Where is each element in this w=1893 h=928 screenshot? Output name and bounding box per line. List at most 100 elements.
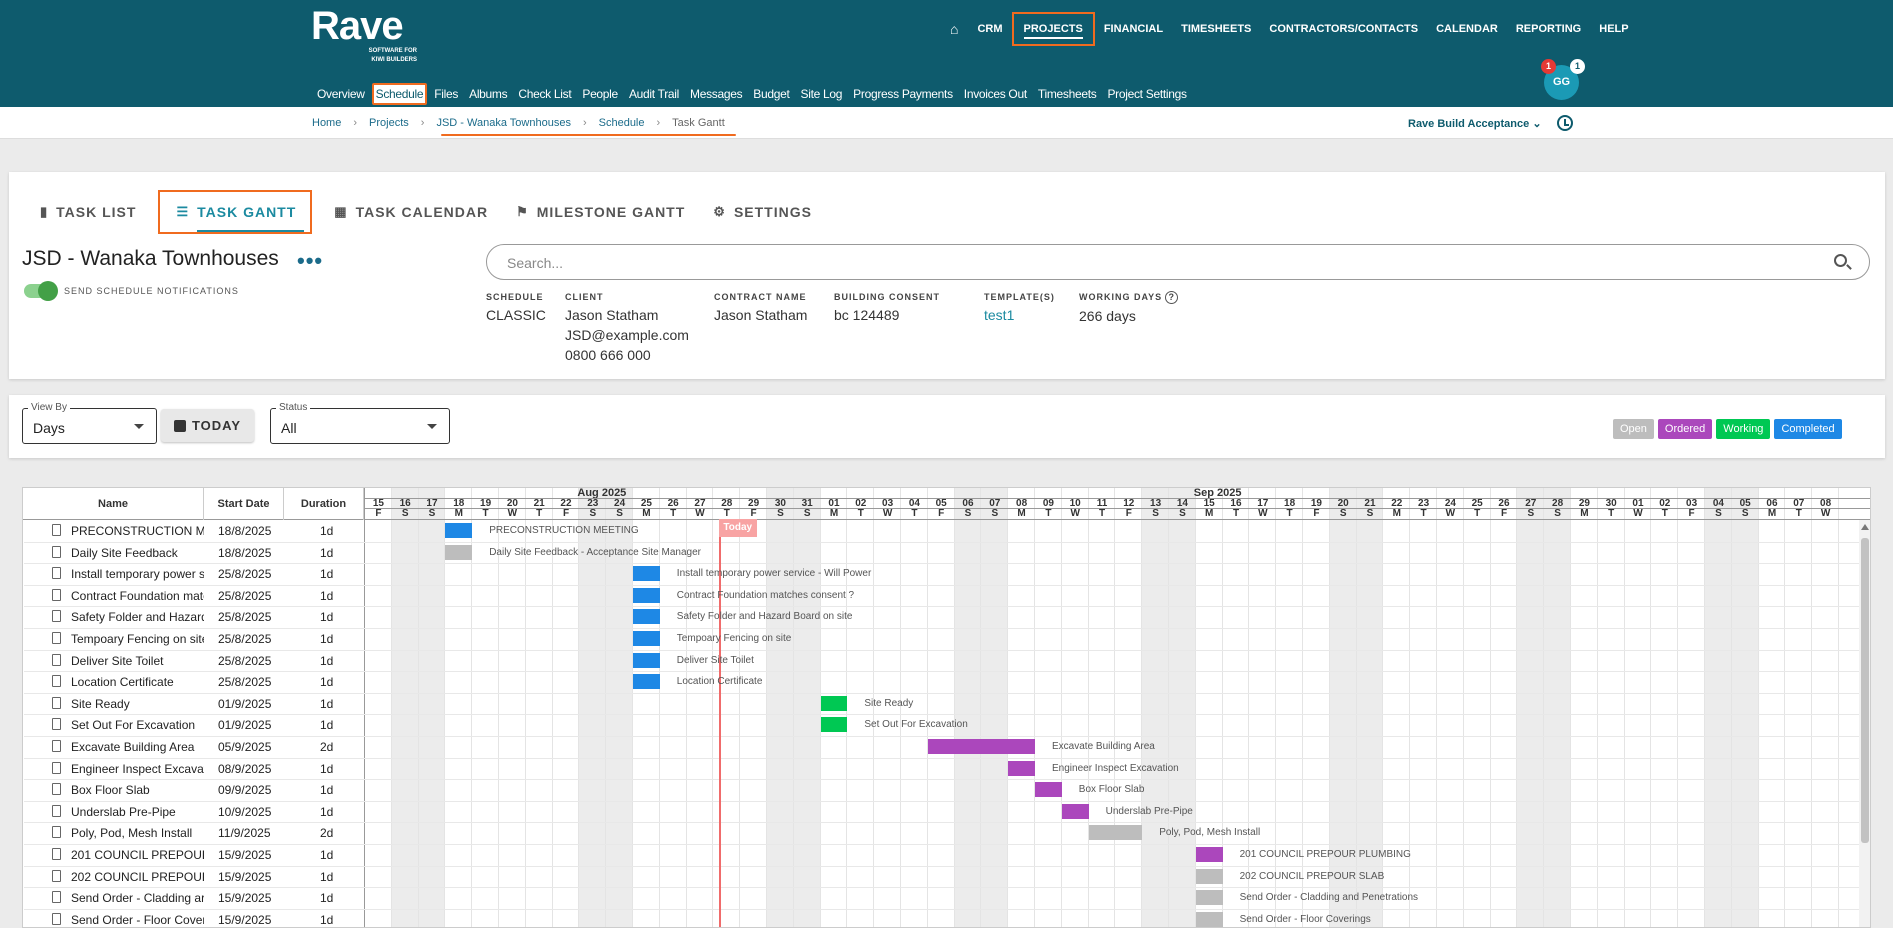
task-name[interactable]: Daily Site Feedback xyxy=(71,546,204,560)
subnav-project-settings[interactable]: Project Settings xyxy=(1107,87,1187,101)
task-row[interactable]: PRECONSTRUCTION M 18/8/2025 1d xyxy=(23,520,364,542)
task-bar[interactable] xyxy=(820,717,848,733)
task-row[interactable]: Set Out For Excavation 01/9/2025 1d xyxy=(23,714,364,736)
task-bar[interactable] xyxy=(445,523,473,538)
more-options-icon[interactable]: ••• xyxy=(297,248,323,274)
scroll-thumb[interactable] xyxy=(1861,538,1869,843)
subnav-progress-payments[interactable]: Progress Payments xyxy=(853,87,953,101)
notifications-toggle[interactable] xyxy=(24,281,58,301)
nav-timesheets[interactable]: TIMESHEETS xyxy=(1172,21,1260,37)
template-link[interactable]: test1 xyxy=(984,305,1055,325)
task-bar[interactable] xyxy=(1195,890,1223,906)
task-row[interactable]: Tempoary Fencing on site 25/8/2025 1d xyxy=(23,628,364,650)
search-input[interactable]: Search... xyxy=(486,244,1870,280)
task-row[interactable]: Install temporary power s 25/8/2025 1d xyxy=(23,563,364,585)
subnav-overview[interactable]: Overview xyxy=(317,87,365,101)
tab-task-list[interactable]: ▮ TASK LIST xyxy=(26,190,150,234)
subnav-check-list[interactable]: Check List xyxy=(518,87,571,101)
nav-reporting[interactable]: REPORTING xyxy=(1507,21,1590,37)
task-name[interactable]: Deliver Site Toilet xyxy=(71,654,204,668)
task-row[interactable]: Underslab Pre-Pipe 10/9/2025 1d xyxy=(23,801,364,823)
subnav-messages[interactable]: Messages xyxy=(690,87,743,101)
task-name[interactable]: Send Order - Floor Cover xyxy=(71,913,204,927)
task-name[interactable]: 201 COUNCIL PREPOUF xyxy=(71,848,204,862)
subnav-albums[interactable]: Albums xyxy=(469,87,508,101)
task-name[interactable]: Contract Foundation matc xyxy=(71,589,204,603)
task-bar[interactable] xyxy=(1008,760,1035,776)
nav-help[interactable]: HELP xyxy=(1590,21,1637,37)
tab-task-calendar[interactable]: ▦ TASK CALENDAR xyxy=(320,190,502,234)
nav-financial[interactable]: FINANCIAL xyxy=(1095,21,1172,37)
task-name[interactable]: Location Certificate xyxy=(71,675,204,689)
task-bar[interactable] xyxy=(1195,847,1223,862)
task-bar[interactable] xyxy=(633,609,660,625)
nav-crm[interactable]: CRM xyxy=(968,21,1011,37)
subnav-site-log[interactable]: Site Log xyxy=(801,87,843,101)
home-icon[interactable]: ⌂ xyxy=(950,21,968,37)
task-row[interactable]: Contract Foundation matc 25/8/2025 1d xyxy=(23,585,364,607)
task-bar[interactable] xyxy=(633,674,660,690)
status-select[interactable]: Status All xyxy=(270,402,450,444)
notification-badge[interactable]: 1 xyxy=(1541,59,1556,74)
today-button[interactable]: TODAY xyxy=(161,409,254,442)
col-name[interactable]: Name xyxy=(23,488,204,520)
subnav-files[interactable]: Files xyxy=(434,87,458,101)
crumb-projects[interactable]: Projects xyxy=(369,117,409,129)
message-badge[interactable]: 1 xyxy=(1570,59,1585,74)
task-row[interactable]: Deliver Site Toilet 25/8/2025 1d xyxy=(23,650,364,672)
tab-task-gantt[interactable]: ☰ TASK GANTT xyxy=(158,190,313,234)
task-row[interactable]: Excavate Building Area 05/9/2025 2d xyxy=(23,736,364,758)
nav-projects[interactable]: PROJECTS xyxy=(1011,12,1095,46)
task-bar[interactable] xyxy=(1195,868,1223,884)
crumb-home[interactable]: Home xyxy=(312,117,341,129)
subnav-audit-trail[interactable]: Audit Trail xyxy=(629,87,679,101)
task-bar[interactable] xyxy=(633,566,660,582)
task-bar[interactable] xyxy=(820,695,848,711)
history-clock-icon[interactable] xyxy=(1557,115,1573,131)
search-icon[interactable] xyxy=(1834,254,1847,267)
task-name[interactable]: Site Ready xyxy=(71,697,204,711)
task-bar[interactable] xyxy=(633,652,660,668)
task-name[interactable]: Set Out For Excavation xyxy=(71,718,204,732)
task-name[interactable]: Underslab Pre-Pipe xyxy=(71,805,204,819)
col-start-date[interactable]: Start Date xyxy=(204,488,284,520)
account-selector[interactable]: Rave Build Acceptance ⌄ xyxy=(1408,117,1542,130)
task-row[interactable]: 201 COUNCIL PREPOUF 15/9/2025 1d xyxy=(23,844,364,866)
task-bar[interactable] xyxy=(1195,911,1223,927)
task-row[interactable]: Poly, Pod, Mesh Install 11/9/2025 2d xyxy=(23,822,364,844)
vertical-scrollbar[interactable] xyxy=(1859,520,1870,927)
task-row[interactable]: Send Order - Floor Cover 15/9/2025 1d xyxy=(23,909,364,927)
task-row[interactable]: Safety Folder and Hazard 25/8/2025 1d xyxy=(23,606,364,628)
task-bar[interactable] xyxy=(1061,803,1089,819)
subnav-invoices-out[interactable]: Invoices Out xyxy=(964,87,1027,101)
task-bar[interactable] xyxy=(1088,825,1143,841)
task-name[interactable]: Send Order - Cladding ar xyxy=(71,891,204,905)
task-bar[interactable] xyxy=(927,739,1035,754)
task-bar[interactable] xyxy=(633,631,660,646)
task-name[interactable]: Tempoary Fencing on site xyxy=(71,632,204,646)
task-row[interactable]: Site Ready 01/9/2025 1d xyxy=(23,693,364,715)
task-name[interactable]: Safety Folder and Hazard xyxy=(71,610,204,624)
subnav-people[interactable]: People xyxy=(582,87,618,101)
tab-settings[interactable]: ⚙ SETTINGS xyxy=(699,190,826,234)
task-name[interactable]: Install temporary power s xyxy=(71,567,204,581)
task-name[interactable]: Poly, Pod, Mesh Install xyxy=(71,826,204,840)
task-name[interactable]: PRECONSTRUCTION M xyxy=(71,524,204,538)
col-duration[interactable]: Duration xyxy=(284,488,364,520)
task-bar[interactable] xyxy=(445,544,473,560)
task-bar[interactable] xyxy=(1035,782,1062,798)
tab-milestone-gantt[interactable]: ⚑ MILESTONE GANTT xyxy=(502,190,699,234)
task-bar[interactable] xyxy=(633,587,660,603)
view-by-select[interactable]: View By Days xyxy=(22,402,157,444)
crumb-project[interactable]: JSD - Wanaka Townhouses xyxy=(436,117,571,129)
task-row[interactable]: Send Order - Cladding ar 15/9/2025 1d xyxy=(23,887,364,909)
task-name[interactable]: Engineer Inspect Excavat xyxy=(71,762,204,776)
nav-calendar[interactable]: CALENDAR xyxy=(1427,21,1507,37)
nav-contractors[interactable]: CONTRACTORS/CONTACTS xyxy=(1260,21,1427,37)
subnav-timesheets[interactable]: Timesheets xyxy=(1038,87,1097,101)
subnav-budget[interactable]: Budget xyxy=(753,87,790,101)
rave-logo[interactable]: Rave SOFTWARE FOR KIWI BUILDERS xyxy=(311,6,417,64)
task-row[interactable]: Daily Site Feedback 18/8/2025 1d xyxy=(23,542,364,564)
task-row[interactable]: Box Floor Slab 09/9/2025 1d xyxy=(23,779,364,801)
help-icon[interactable]: ? xyxy=(1165,291,1179,304)
